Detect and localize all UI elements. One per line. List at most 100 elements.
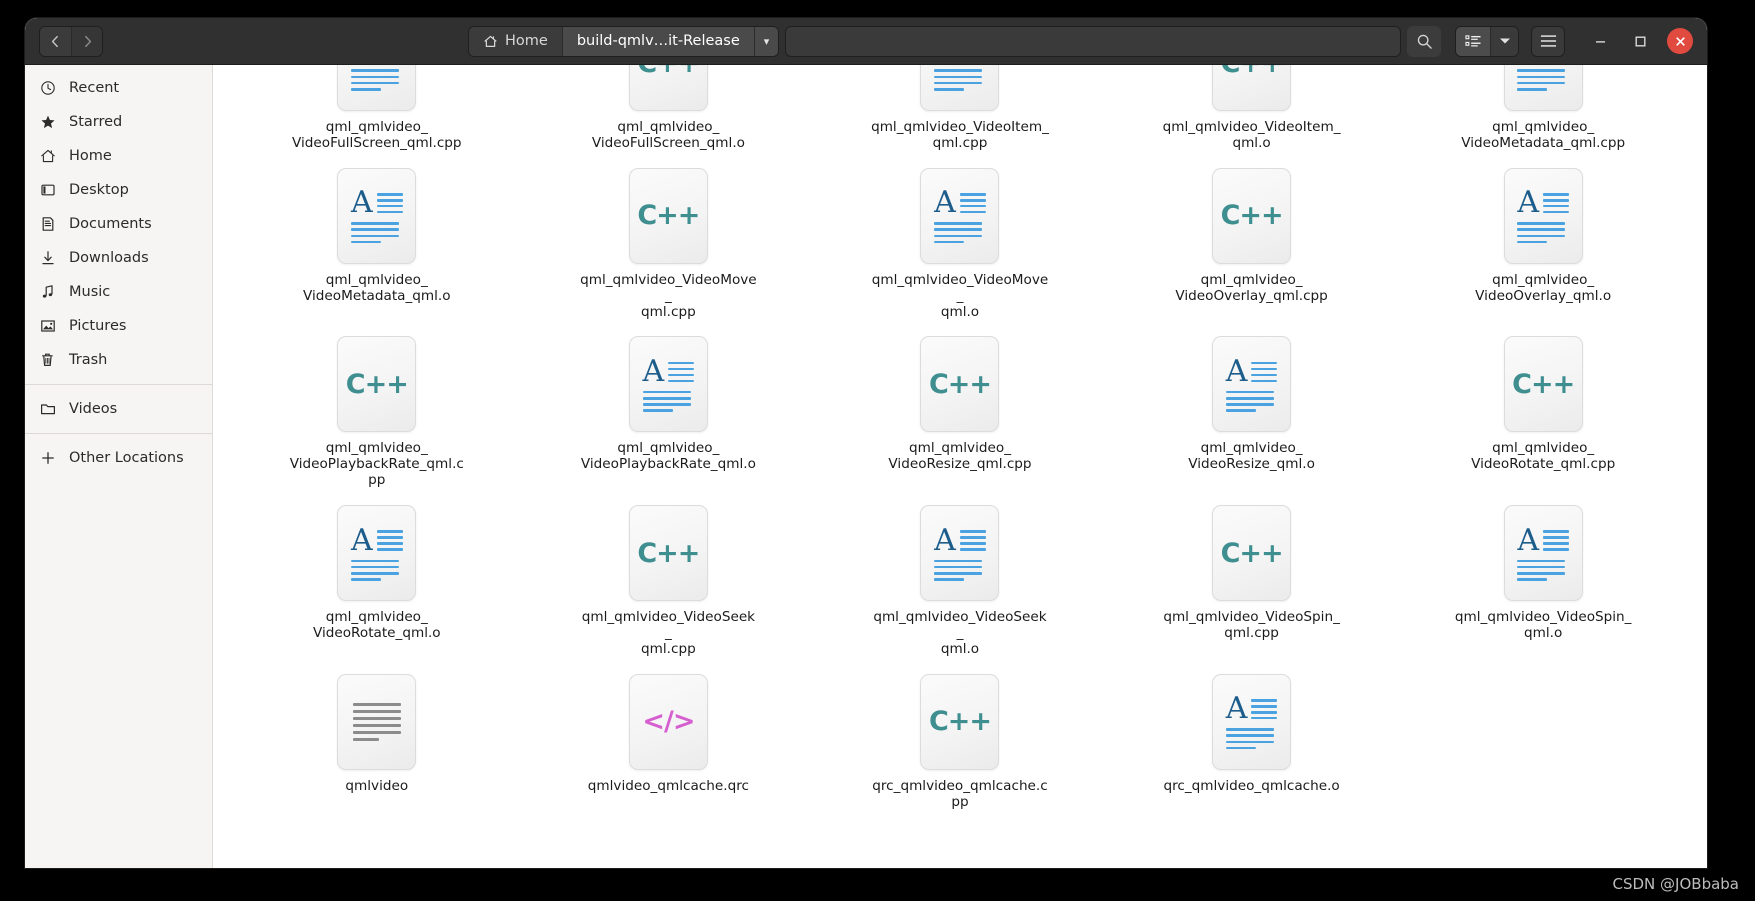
text-file-icon: A <box>934 525 986 581</box>
sidebar-item-music[interactable]: Music <box>25 275 212 309</box>
file-icon: A <box>920 505 1000 602</box>
maximize-button[interactable] <box>1627 28 1653 54</box>
file-name-line2: VideoMetadata_qml.o <box>303 287 451 304</box>
file-name-label: qml_qmlvideo_ VideoOverlay_qml.o <box>1475 272 1612 305</box>
file-item[interactable]: C++ qml_qmlvideo_ VideoPlaybackRate_qml.cp… <box>231 326 523 495</box>
sidebar-item-documents[interactable]: Documents <box>25 207 212 241</box>
file-item[interactable]: C++ qml_qmlvideo_ VideoRotate_qml.cpp <box>1397 326 1689 495</box>
sidebar-item-recent[interactable]: Recent <box>25 71 212 105</box>
download-icon <box>39 250 57 266</box>
file-name-line2: VideoFullScreen_qml.o <box>591 134 745 151</box>
file-item[interactable]: C++ qml_qmlvideo_ VideoResize_qml.cpp <box>814 326 1106 495</box>
list-view-button[interactable] <box>1456 26 1490 56</box>
file-item[interactable]: C++ qml_qmlvideo_VideoFullScreen_qml.o <box>523 65 815 158</box>
file-icon: C++ <box>1503 336 1583 433</box>
cpp-file-icon: C++ <box>1512 368 1575 400</box>
executable-file-icon <box>352 702 401 741</box>
close-button[interactable] <box>1667 28 1693 54</box>
breadcrumb-label-current: build-qmlv…it-Release <box>576 33 740 49</box>
file-name-label: qml_qmlvideo_ VideoFullScreen_qml.cpp <box>292 119 462 152</box>
file-item[interactable]: C++ qrc_qmlvideo_qmlcache.cpp <box>814 664 1106 817</box>
file-item[interactable]: Aqml_qmlvideo_VideoItem_qml.cpp <box>814 65 1106 158</box>
file-name-line1: qml_qmlvideo_ <box>617 119 720 135</box>
file-item[interactable]: Aqml_qmlvideo_VideoMove_ qml.o <box>814 158 1106 327</box>
file-name-line2: VideoOverlay_qml.o <box>1475 287 1612 304</box>
file-name-line1: qml_qmlvideo_VideoMove_ <box>871 271 1049 304</box>
file-item[interactable]: Aqrc_qmlvideo_qmlcache.o <box>1106 664 1398 817</box>
file-name-line2: qml.cpp <box>641 640 696 657</box>
sidebar-item-pictures[interactable]: Pictures <box>25 309 212 343</box>
file-name-label: qml_qmlvideo_VideoItem_ qml.cpp <box>871 119 1049 152</box>
sidebar-item-other-locations[interactable]: Other Locations <box>25 441 212 475</box>
file-item[interactable]: Aqml_qmlvideo_ VideoPlaybackRate_qml.o <box>523 326 815 495</box>
file-icon: C++ <box>1212 505 1292 602</box>
header-bar: Home build-qmlv…it-Release ▾ <box>25 18 1707 65</box>
file-item[interactable]: Aqml_qmlvideo_VideoFullScreen_qml.cpp <box>231 65 523 158</box>
folder-icon <box>39 401 57 417</box>
file-icon: A <box>1503 65 1583 111</box>
breadcrumb-dropdown-button[interactable]: ▾ <box>753 26 779 56</box>
minimize-button[interactable] <box>1587 28 1613 54</box>
sidebar-label-home: Home <box>69 148 112 164</box>
breadcrumb-item-home[interactable]: Home <box>469 26 562 56</box>
file-name-label: qmlvideo_qmlcache.qrc <box>587 777 749 795</box>
file-icon: A <box>337 505 417 602</box>
file-item[interactable]: C++ qml_qmlvideo_ VideoOverlay_qml.cpp <box>1106 158 1398 327</box>
sidebar-item-videos[interactable]: Videos <box>25 392 212 426</box>
chevron-left-icon <box>51 35 58 47</box>
file-name-label: qml_qmlvideo_ VideoResize_qml.o <box>1188 440 1315 473</box>
file-icon: C++ <box>628 505 708 602</box>
file-manager-window: Home build-qmlv…it-Release ▾ Recent Star… <box>25 18 1707 868</box>
file-item[interactable]: Aqml_qmlvideo_ VideoResize_qml.o <box>1106 326 1398 495</box>
file-item[interactable]: Aqml_qmlvideo_ VideoMetadata_qml.o <box>231 158 523 327</box>
file-name-line1: qml_qmlvideo_VideoSpin_ <box>1454 609 1632 626</box>
file-name-label: qmlvideo <box>345 778 408 795</box>
sidebar-label-recent: Recent <box>69 80 120 96</box>
text-file-icon: A <box>350 525 403 581</box>
file-name-line1: qml_qmlvideo_ <box>908 440 1011 457</box>
file-name-line2: qml.o <box>940 303 980 320</box>
view-options-dropdown[interactable] <box>1490 26 1518 56</box>
search-button[interactable] <box>1407 25 1441 57</box>
file-item[interactable]: Aqml_qmlvideo_VideoSeek_ qml.o <box>814 495 1106 664</box>
sidebar-label-documents: Documents <box>69 216 152 232</box>
file-icon: A <box>920 167 1000 264</box>
file-icon: A <box>337 167 417 264</box>
file-item[interactable]: Aqml_qmlvideo_VideoSpin_ qml.o <box>1397 495 1689 664</box>
sidebar-label-trash: Trash <box>69 352 108 368</box>
file-name-line2: VideoRotate_qml.o <box>312 625 441 642</box>
sidebar-item-home[interactable]: Home <box>25 139 212 173</box>
file-name-label: qml_qmlvideo_ VideoOverlay_qml.cpp <box>1175 272 1327 305</box>
file-grid-area[interactable]: Aqml_qmlvideo_VideoFullScreen_qml.cppC++… <box>213 65 1707 868</box>
view-mode-group <box>1455 25 1519 57</box>
file-item[interactable]: qmlvideo <box>231 664 523 817</box>
cpp-file-icon: C++ <box>637 65 700 79</box>
file-item[interactable]: C++ qml_qmlvideo_VideoSpin_ qml.cpp <box>1106 495 1398 664</box>
file-item[interactable]: C++ qml_qmlvideo_VideoMove_ qml.cpp <box>523 158 815 327</box>
window-body: Recent Starred Home Desktop Documents Do… <box>25 65 1707 868</box>
main-menu-button[interactable] <box>1531 25 1565 57</box>
forward-button[interactable] <box>71 26 102 56</box>
sidebar-item-trash[interactable]: Trash <box>25 343 212 377</box>
search-input[interactable] <box>785 25 1401 57</box>
text-file-icon: A <box>642 356 695 413</box>
file-item[interactable]: Aqml_qmlvideo_ VideoOverlay_qml.o <box>1397 158 1689 327</box>
file-name-line2: qml.cpp <box>932 134 988 151</box>
breadcrumb-item-current[interactable]: build-qmlv…it-Release <box>561 26 754 56</box>
sidebar-item-downloads[interactable]: Downloads <box>25 241 212 275</box>
file-name-line1: qmlvideo_qmlcache.qrc <box>587 777 749 794</box>
file-item[interactable]: Aqml_qmlvideo_ VideoRotate_qml.o <box>231 495 523 664</box>
home-icon <box>39 148 57 164</box>
file-icon: A <box>1212 336 1292 433</box>
file-name-label: qml_qmlvideo_ VideoPlaybackRate_qml.cpp <box>287 440 467 489</box>
file-name-line1: qml_qmlvideo_ <box>325 609 428 626</box>
sidebar-item-starred[interactable]: Starred <box>25 105 212 139</box>
sidebar-item-desktop[interactable]: Desktop <box>25 173 212 207</box>
cpp-file-icon: C++ <box>1220 537 1284 569</box>
file-item[interactable]: Aqml_qmlvideo_VideoMetadata_qml.cpp <box>1397 65 1689 158</box>
file-name-label: qml_qmlvideo_VideoMove_ qml.o <box>870 271 1050 321</box>
file-item[interactable]: C++ qml_qmlvideo_VideoItem_qml.o <box>1106 65 1398 158</box>
file-item[interactable]: C++ qml_qmlvideo_VideoSeek_ qml.cpp <box>523 495 815 664</box>
back-button[interactable] <box>40 26 71 56</box>
file-item[interactable]: </> qmlvideo_qmlcache.qrc <box>523 664 815 817</box>
